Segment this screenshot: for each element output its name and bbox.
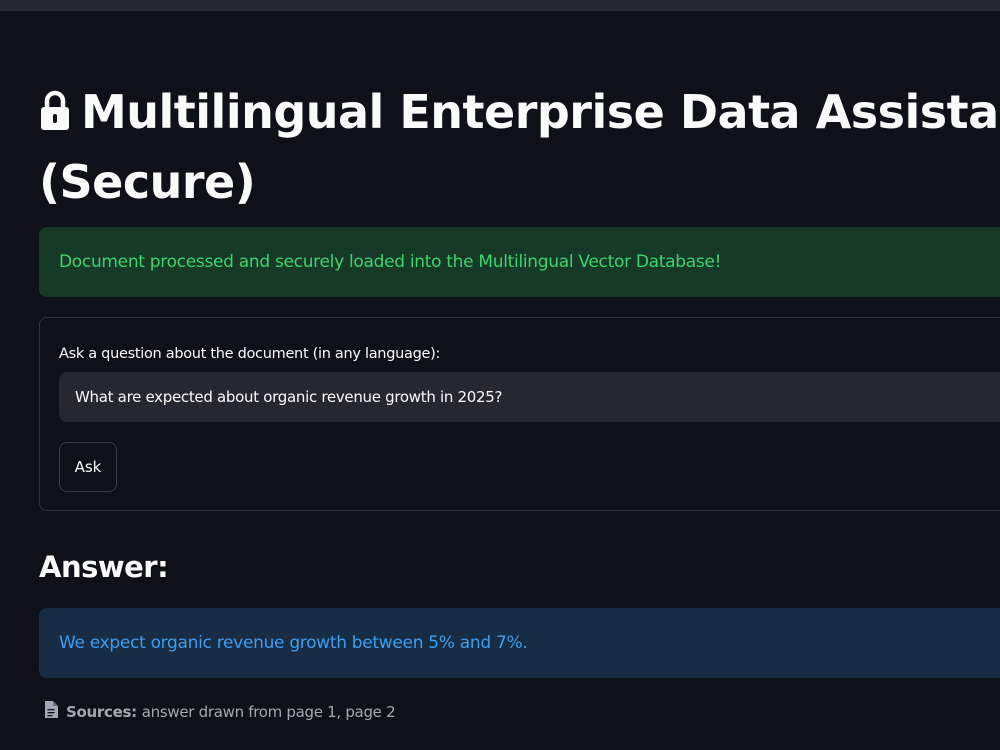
sources-caption: Sources: answer drawn from page 1, page … [44, 701, 396, 722]
success-alert: Document processed and securely loaded i… [39, 227, 1000, 297]
sources-label: Sources: [66, 702, 137, 721]
app-header-bar [0, 0, 1000, 11]
question-form: Ask a question about the document (in an… [39, 317, 1000, 511]
answer-heading: Answer: [39, 550, 169, 584]
main-content: Multilingual Enterprise Data Assistant (… [0, 11, 1000, 750]
success-message: Document processed and securely loaded i… [59, 252, 722, 272]
question-input[interactable] [59, 372, 1000, 422]
answer-text: We expect organic revenue growth between… [59, 633, 528, 653]
answer-alert: We expect organic revenue growth between… [39, 608, 1000, 678]
page-title-text: Multilingual Enterprise Data Assistant (… [39, 85, 1000, 209]
ask-button[interactable]: Ask [59, 442, 117, 492]
page-title: Multilingual Enterprise Data Assistant (… [39, 79, 1000, 215]
lock-icon [39, 83, 71, 149]
document-icon [44, 701, 58, 722]
question-label: Ask a question about the document (in an… [59, 346, 441, 362]
sources-text: answer drawn from page 1, page 2 [141, 702, 396, 721]
